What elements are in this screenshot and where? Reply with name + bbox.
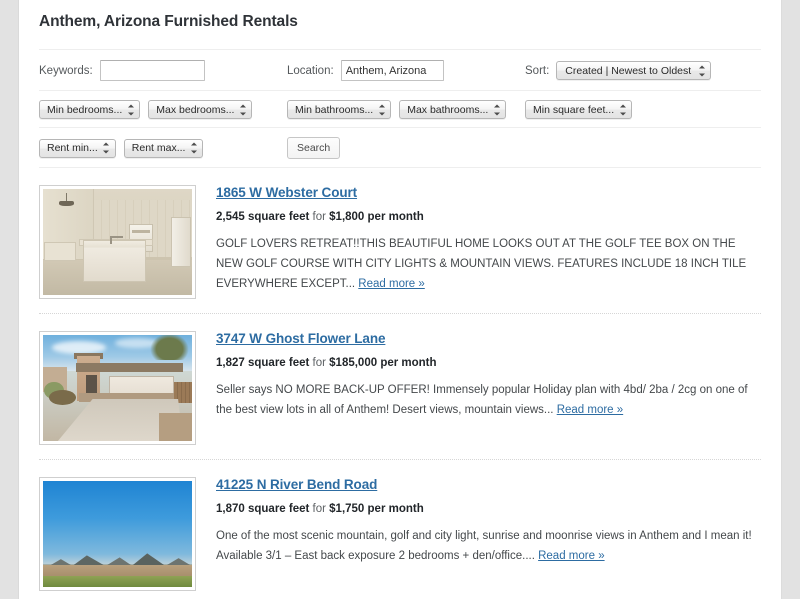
listing-for-word: for (309, 503, 330, 515)
select-arrows-icon (239, 104, 246, 115)
keywords-label: Keywords: (39, 64, 93, 77)
listing-thumbnail-wrap[interactable] (39, 475, 200, 591)
select-arrows-icon (493, 104, 500, 115)
listing-price: $1,750 per month (329, 503, 424, 515)
listing-excerpt: One of the most scenic mountain, golf an… (216, 527, 761, 567)
read-more-link[interactable]: Read more » (358, 278, 424, 290)
max-bathrooms-value: Max bathrooms... (407, 103, 489, 116)
listing-excerpt-text: One of the most scenic mountain, golf an… (216, 530, 752, 562)
listing-meta: 1,827 square feet for $185,000 per month (216, 357, 761, 369)
page-root: Anthem, Arizona Furnished Rentals Keywor… (0, 0, 800, 599)
rent-max-value: Rent max... (131, 142, 186, 154)
search-filter-panel: Keywords: Location: Sort: Created | Newe… (39, 49, 761, 168)
listing-excerpt-text: GOLF LOVERS RETREAT!!THIS BEAUTIFUL HOME… (216, 238, 747, 290)
listing-thumbnail[interactable] (39, 477, 196, 591)
listing-item: 1865 W Webster Court 2,545 square feet f… (39, 168, 761, 313)
listing-for-word: for (309, 211, 330, 223)
max-bedrooms-value: Max bedrooms... (156, 103, 235, 116)
max-bedrooms-select[interactable]: Max bedrooms... (148, 100, 253, 119)
search-button[interactable]: Search (287, 137, 341, 159)
min-square-feet-select[interactable]: Min square feet... (525, 100, 633, 119)
select-arrows-icon (378, 104, 385, 115)
listing-title-link[interactable]: 3747 W Ghost Flower Lane (216, 331, 385, 346)
listing-price: $1,800 per month (329, 211, 424, 223)
listing-excerpt: Seller says NO MORE BACK-UP OFFER! Immen… (216, 381, 761, 421)
filter-row-1: Keywords: Location: Sort: Created | Newe… (39, 50, 761, 90)
read-more-link[interactable]: Read more » (557, 404, 623, 416)
max-bathrooms-select[interactable]: Max bathrooms... (399, 100, 507, 119)
select-arrows-icon (698, 65, 705, 76)
listing-price: $185,000 per month (329, 357, 437, 369)
listing-sqft: 1,827 square feet (216, 357, 310, 369)
min-bedrooms-value: Min bedrooms... (47, 103, 123, 116)
listing-item: 41225 N River Bend Road 1,870 square fee… (39, 460, 761, 599)
listing-excerpt-text: Seller says NO MORE BACK-UP OFFER! Immen… (216, 384, 748, 416)
min-bedrooms-select[interactable]: Min bedrooms... (39, 100, 141, 119)
listing-thumbnail-wrap[interactable] (39, 329, 200, 445)
listing-thumbnail-wrap[interactable] (39, 183, 200, 299)
listing-sqft: 2,545 square feet (216, 211, 310, 223)
listing-body: 3747 W Ghost Flower Lane 1,827 square fe… (200, 329, 761, 445)
listing-thumbnail[interactable] (39, 185, 196, 299)
select-arrows-icon (190, 142, 197, 154)
content-sheet: Anthem, Arizona Furnished Rentals Keywor… (18, 0, 782, 599)
house-exterior-photo (43, 335, 192, 441)
page-title: Anthem, Arizona Furnished Rentals (39, 13, 298, 30)
rent-min-select[interactable]: Rent min... (39, 138, 116, 158)
kitchen-interior-photo (43, 189, 192, 295)
rent-max-select[interactable]: Rent max... (123, 138, 204, 158)
rent-min-value: Rent min... (47, 142, 98, 154)
select-arrows-icon (127, 104, 134, 115)
listing-sqft: 1,870 square feet (216, 503, 310, 515)
listing-thumbnail[interactable] (39, 331, 196, 445)
sort-label: Sort: (525, 64, 550, 77)
listing-excerpt: GOLF LOVERS RETREAT!!THIS BEAUTIFUL HOME… (216, 235, 761, 294)
location-input[interactable] (340, 60, 444, 81)
listing-meta: 2,545 square feet for $1,800 per month (216, 211, 761, 223)
listing-for-word: for (309, 357, 330, 369)
listing-body: 1865 W Webster Court 2,545 square feet f… (200, 183, 761, 299)
min-square-feet-value: Min square feet... (533, 103, 615, 116)
min-bathrooms-value: Min bathrooms... (295, 103, 374, 116)
listing-title-link[interactable]: 1865 W Webster Court (216, 185, 357, 200)
keywords-input[interactable] (99, 60, 205, 81)
read-more-link[interactable]: Read more » (538, 550, 604, 562)
listing-body: 41225 N River Bend Road 1,870 square fee… (200, 475, 761, 591)
filter-row-2: Min bedrooms... Max bedrooms... Min bath… (39, 91, 761, 127)
filter-row-3: Rent min... Rent max... Search (39, 128, 761, 167)
location-label: Location: (287, 64, 334, 77)
listing-title-link[interactable]: 41225 N River Bend Road (216, 477, 377, 492)
desert-mountain-view-photo (43, 481, 192, 587)
select-arrows-icon (619, 104, 626, 115)
select-arrows-icon (103, 142, 110, 154)
sort-select[interactable]: Created | Newest to Oldest (556, 61, 712, 80)
min-bathrooms-select[interactable]: Min bathrooms... (287, 100, 392, 119)
listing-item: 3747 W Ghost Flower Lane 1,827 square fe… (39, 314, 761, 459)
listing-meta: 1,870 square feet for $1,750 per month (216, 503, 761, 515)
sort-select-value: Created | Newest to Oldest (565, 64, 692, 77)
